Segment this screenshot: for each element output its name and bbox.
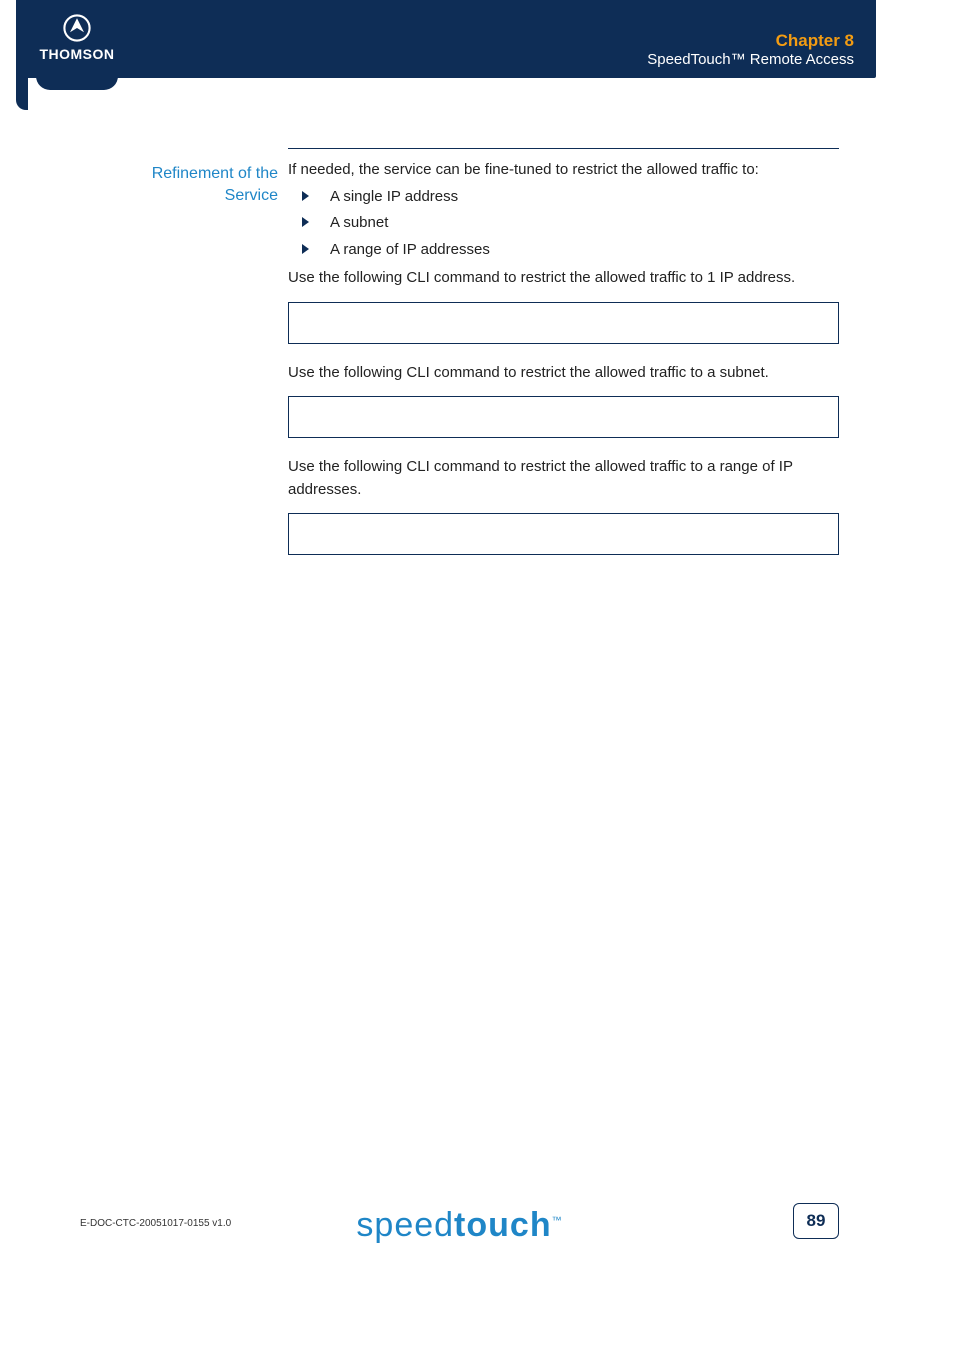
thomson-logo-icon <box>63 14 91 42</box>
thomson-logo-badge: THOMSON <box>36 0 118 90</box>
paragraph-one-ip: Use the following CLI command to restric… <box>288 267 839 290</box>
speedtouch-logo: speedtouch™ <box>356 1206 562 1245</box>
paragraph-range: Use the following CLI command to restric… <box>288 456 839 501</box>
page-number: 89 <box>793 1203 839 1239</box>
section-row: Refinement of the Service If needed, the… <box>120 159 839 573</box>
page-footer: E-DOC-CTC-20051017-0155 v1.0 speedtouch™… <box>80 1193 839 1239</box>
section-body: If needed, the service can be fine-tuned… <box>288 159 839 573</box>
page-header: Chapter 8 SpeedTouch™ Remote Access <box>16 0 876 78</box>
list-item: A subnet <box>302 212 839 235</box>
trademark-symbol: ™ <box>552 1216 563 1227</box>
list-item: A range of IP addresses <box>302 239 839 262</box>
header-text-block: Chapter 8 SpeedTouch™ Remote Access <box>647 30 854 70</box>
speedtouch-logo-bold: touch <box>454 1206 552 1244</box>
chapter-subtitle: SpeedTouch™ Remote Access <box>647 51 854 70</box>
intro-paragraph: If needed, the service can be fine-tuned… <box>288 159 839 182</box>
cli-command-box-subnet <box>288 396 839 438</box>
content-area: Refinement of the Service If needed, the… <box>120 148 839 573</box>
side-heading-line2: Service <box>225 187 278 204</box>
paragraph-subnet: Use the following CLI command to restric… <box>288 362 839 385</box>
speedtouch-logo-light: speed <box>356 1206 454 1244</box>
chapter-label: Chapter 8 <box>647 30 854 51</box>
thomson-logo-text: THOMSON <box>36 46 118 62</box>
bullet-list: A single IP address A subnet A range of … <box>302 186 839 262</box>
section-rule <box>288 148 839 149</box>
cli-command-box-range <box>288 513 839 555</box>
cli-command-box-oneip <box>288 302 839 344</box>
document-id: E-DOC-CTC-20051017-0155 v1.0 <box>80 1218 231 1229</box>
list-item: A single IP address <box>302 186 839 209</box>
side-heading: Refinement of the Service <box>120 159 288 206</box>
side-heading-line1: Refinement of the <box>152 165 278 182</box>
